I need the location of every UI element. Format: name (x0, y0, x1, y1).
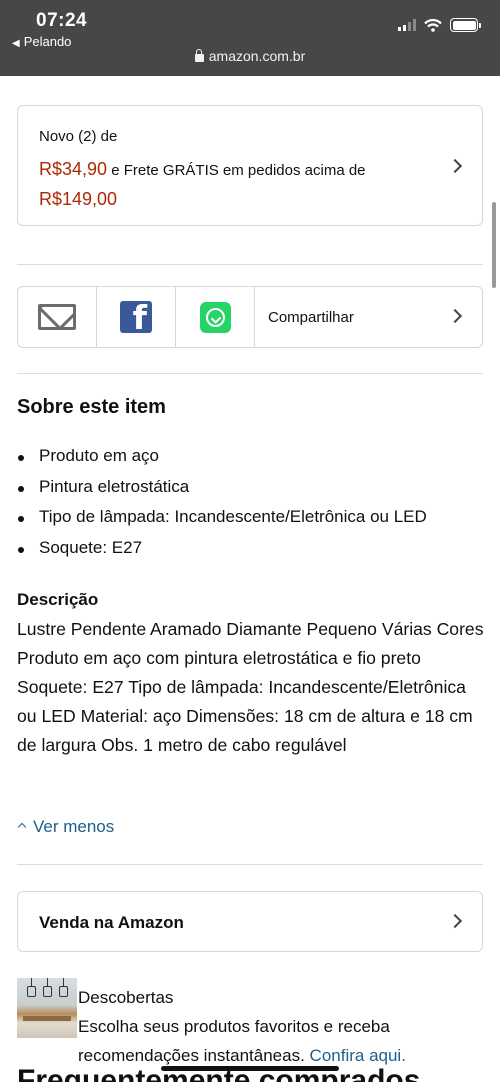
share-facebook-button[interactable]: f (97, 287, 176, 347)
sell-on-amazon-card[interactable]: Venda na Amazon (17, 891, 483, 952)
discover-thumbnail[interactable] (17, 978, 77, 1038)
see-less-link[interactable]: Ver menos (17, 817, 114, 837)
share-label: Compartilhar (268, 308, 354, 326)
share-more-button[interactable]: Compartilhar (255, 287, 482, 347)
share-row: f Compartilhar (17, 286, 483, 348)
divider (17, 264, 483, 265)
signal-icon (398, 19, 416, 31)
offer-price: R$34,90 (39, 159, 108, 179)
list-item: Produto em aço (17, 446, 427, 477)
address-bar[interactable]: amazon.com.br (0, 48, 500, 64)
share-email-button[interactable] (18, 287, 97, 347)
see-less-label: Ver menos (33, 817, 115, 836)
description-text: Lustre Pendente Aramado Diamante Pequeno… (17, 619, 484, 755)
discover-link[interactable]: Confira aqui. (310, 1046, 406, 1065)
offer-threshold: R$149,00 (39, 189, 118, 209)
status-time: 07:24 (36, 10, 88, 31)
share-whatsapp-button[interactable] (176, 287, 255, 347)
battery-icon (450, 18, 481, 32)
back-app-label: Pelando (23, 34, 72, 49)
back-to-app-link[interactable]: ◀ Pelando (12, 34, 71, 49)
divider (17, 373, 483, 374)
mail-icon (38, 304, 76, 330)
whatsapp-icon (199, 301, 231, 333)
chevron-right-icon (447, 158, 463, 174)
home-indicator[interactable] (161, 1066, 339, 1071)
offer-card[interactable]: Novo (2) de R$34,90 e Frete GRÁTIS em pe… (17, 105, 483, 226)
chevron-right-icon (447, 308, 463, 324)
lock-icon (194, 49, 204, 62)
discover-block: Descobertas Escolha seus produtos favori… (78, 983, 488, 1070)
list-item: Pintura eletrostática (17, 477, 427, 508)
discover-title: Descobertas (78, 988, 174, 1007)
url-text: amazon.com.br (208, 48, 306, 64)
list-item: Tipo de lâmpada: Incandescente/Eletrônic… (17, 507, 427, 538)
offer-label: Novo (2) de (39, 128, 118, 145)
offer-details: R$34,90 e Frete GRÁTIS em pedidos acima … (39, 155, 439, 215)
sell-label: Venda na Amazon (39, 913, 184, 932)
browser-top-bar: 07:24 ◀ Pelando amazon.com.br (0, 0, 500, 76)
facebook-icon: f (120, 301, 152, 333)
about-bullet-list: Produto em aço Pintura eletrostática Tip… (17, 446, 427, 568)
discover-text-wrap: Escolha seus produtos favoritos e receba… (78, 1012, 488, 1070)
offer-shipping: e Frete GRÁTIS em pedidos acima de (111, 162, 366, 179)
about-title: Sobre este item (17, 396, 166, 418)
scrollbar[interactable] (492, 202, 496, 288)
wifi-icon (424, 18, 442, 32)
description-title: Descrição (17, 590, 99, 609)
chevron-right-icon (447, 913, 463, 929)
divider (17, 864, 483, 865)
list-item: Soquete: E27 (17, 538, 427, 569)
chevron-up-icon (17, 822, 27, 832)
system-icons (398, 18, 481, 32)
